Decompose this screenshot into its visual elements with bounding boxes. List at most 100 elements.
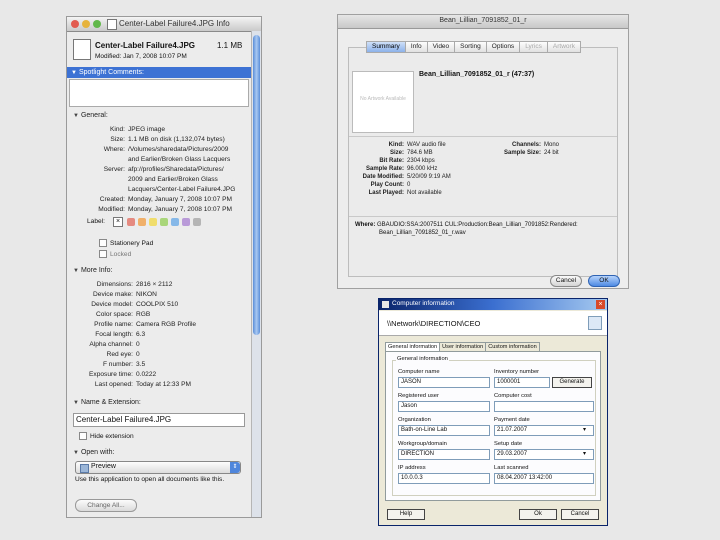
payment-date-picker[interactable]: 21.07.2007 ▾	[494, 425, 594, 436]
registered-user-input[interactable]: Jason	[398, 401, 490, 412]
general-key: Kind:	[109, 126, 125, 133]
scrollbar-thumb[interactable]	[253, 35, 260, 335]
change-all-button[interactable]: Change All...	[75, 499, 137, 512]
spotlight-header[interactable]: ▼ Spotlight Comments:	[67, 67, 251, 78]
file-icon	[107, 19, 117, 30]
inventory-number-input[interactable]: 1000001	[494, 377, 550, 388]
label-swatch-gray[interactable]	[193, 218, 201, 226]
generate-button[interactable]: Generate	[552, 377, 592, 388]
field-label: Computer cost	[494, 393, 532, 399]
dropdown-arrow-icon[interactable]: ▾	[583, 450, 586, 459]
label-swatch-green[interactable]	[160, 218, 168, 226]
tab-lyrics[interactable]: Lyrics	[520, 41, 548, 53]
help-button[interactable]: Help	[387, 509, 425, 520]
more-info-key: F number:	[102, 361, 133, 368]
label-swatch-orange[interactable]	[138, 218, 146, 226]
label-swatch-yellow[interactable]	[149, 218, 157, 226]
label-swatch-blue[interactable]	[171, 218, 179, 226]
tab-summary[interactable]: Summary	[366, 41, 406, 53]
field-label: Computer name	[398, 369, 440, 375]
setup-date-picker[interactable]: 29.03.2007 ▾	[494, 449, 594, 460]
tab-video[interactable]: Video	[427, 41, 456, 53]
name-ext-section-header[interactable]: ▼ Name & Extension:	[73, 399, 141, 406]
stationery-checkbox[interactable]: Stationery Pad	[99, 239, 153, 247]
computer-cost-input[interactable]	[494, 401, 594, 412]
workgroup-domain-input[interactable]: DIRECTION	[398, 449, 490, 460]
more-info-key: Alpha channel:	[89, 341, 133, 348]
detail-value: 96.000 kHz	[407, 166, 438, 172]
general-value: Monday, January 7, 2008 10:07 PM	[128, 206, 232, 213]
tab-artwork[interactable]: Artwork	[547, 41, 581, 53]
label-row: Label: ×	[67, 217, 251, 229]
last-scanned-input[interactable]: 08.04.2007 13:42:00	[494, 473, 594, 484]
computer-name-input[interactable]: JASON	[398, 377, 490, 388]
file-name-input[interactable]: Center-Label Failure4.JPG	[73, 413, 245, 427]
field-label: Payment date	[494, 417, 530, 423]
where-path-line1: GBAUDIO:SSA:2007511 CUL:Production:Bean_…	[377, 222, 578, 228]
detail-key: Kind:	[388, 142, 404, 148]
jpeg-document-icon	[73, 39, 91, 60]
general-section-header[interactable]: ▼ General:	[73, 112, 108, 119]
where-path-line2: Bean_Lillian_7091852_01_r.wav	[379, 230, 466, 236]
label-swatch-purple[interactable]	[182, 218, 190, 226]
detail-key: Play Count:	[370, 182, 404, 188]
stationery-label: Stationery Pad	[110, 239, 154, 247]
tab-info[interactable]: Info	[405, 41, 428, 53]
no-artwork-text: No Artwork Available	[360, 96, 406, 102]
close-button[interactable]	[71, 20, 79, 28]
detail-value: 784.6 MB	[407, 150, 433, 156]
general-value: JPEG image	[128, 126, 166, 133]
computer-info-dialog: Computer information × \\Network\DIRECTI…	[378, 298, 608, 526]
more-info-value: 0	[136, 341, 140, 348]
more-info-section-header[interactable]: ▼ More Info:	[73, 267, 112, 274]
close-icon[interactable]: ×	[596, 300, 605, 309]
minimize-button[interactable]	[82, 20, 90, 28]
detail-key: Bit Rate:	[379, 158, 404, 164]
organization-input[interactable]: Bath-on-Line Lab	[398, 425, 490, 436]
general-key: Where:	[103, 146, 125, 153]
more-info-value: Today at 12:33 PM	[136, 381, 191, 388]
hide-extension-checkbox[interactable]: Hide extension	[79, 432, 134, 440]
itunes-cancel-button[interactable]: Cancel	[550, 275, 582, 287]
path-banner: \\Network\DIRECTION\CEO	[379, 311, 607, 336]
label-swatch-red[interactable]	[127, 218, 135, 226]
tab-general-information[interactable]: General information	[385, 342, 441, 351]
open-with-note: Use this application to open all documen…	[75, 476, 225, 483]
general-key: Server:	[103, 166, 125, 173]
field-label: Setup date	[494, 441, 523, 447]
more-info-value: Camera RGB Profile	[136, 321, 197, 328]
tab-user-information[interactable]: User information	[440, 342, 487, 351]
spotlight-comments-field[interactable]	[69, 79, 249, 107]
more-info-key: Focal length:	[95, 331, 133, 338]
open-with-popup[interactable]: Preview ⇕	[75, 461, 241, 474]
win-cancel-button[interactable]: Cancel	[561, 509, 599, 520]
zoom-button[interactable]	[93, 20, 101, 28]
tab-options[interactable]: Options	[486, 41, 521, 53]
get-info-window: Center-Label Failure4.JPG Info Center-La…	[66, 16, 262, 518]
info-scrollbar[interactable]	[251, 31, 261, 517]
ip-address-input[interactable]: 10.0.0.3	[398, 473, 490, 484]
general-key: Created:	[99, 196, 125, 203]
win-ok-button[interactable]: Ok	[519, 509, 557, 520]
setup-date-value: 29.03.2007	[497, 451, 528, 457]
where-label: Where:	[355, 222, 376, 228]
file-size-heading: 1.1 MB	[217, 41, 243, 50]
detail-key: Sample Size:	[503, 150, 541, 156]
open-with-app-name: Preview	[91, 463, 116, 470]
locked-checkbox[interactable]: Locked	[99, 250, 131, 258]
itunes-ok-button[interactable]: OK	[588, 275, 620, 287]
tab-custom-information[interactable]: Custom information	[486, 342, 540, 351]
where-block: Where: GBAUDIO:SSA:2007511 CUL:Productio…	[355, 221, 578, 237]
general-key: Modified:	[98, 206, 125, 213]
no-label-x-icon[interactable]: ×	[113, 217, 123, 227]
open-with-section-header[interactable]: ▼ Open with:	[73, 449, 114, 456]
general-value: 2009 and Earlier/Broken Glass	[128, 176, 218, 183]
more-info-key: Device make:	[93, 291, 133, 298]
tab-sorting[interactable]: Sorting	[455, 41, 487, 53]
field-label: Organization	[398, 417, 431, 423]
general-value: 1.1 MB on disk (1,132,074 bytes)	[128, 136, 225, 143]
dropdown-arrow-icon[interactable]: ▾	[583, 426, 586, 435]
itunes-title: Bean_Lillian_7091852_01_r	[439, 17, 527, 24]
general-value: /Volumes/sharedata/Pictures/2009	[128, 146, 229, 153]
field-label: IP address	[398, 465, 426, 471]
